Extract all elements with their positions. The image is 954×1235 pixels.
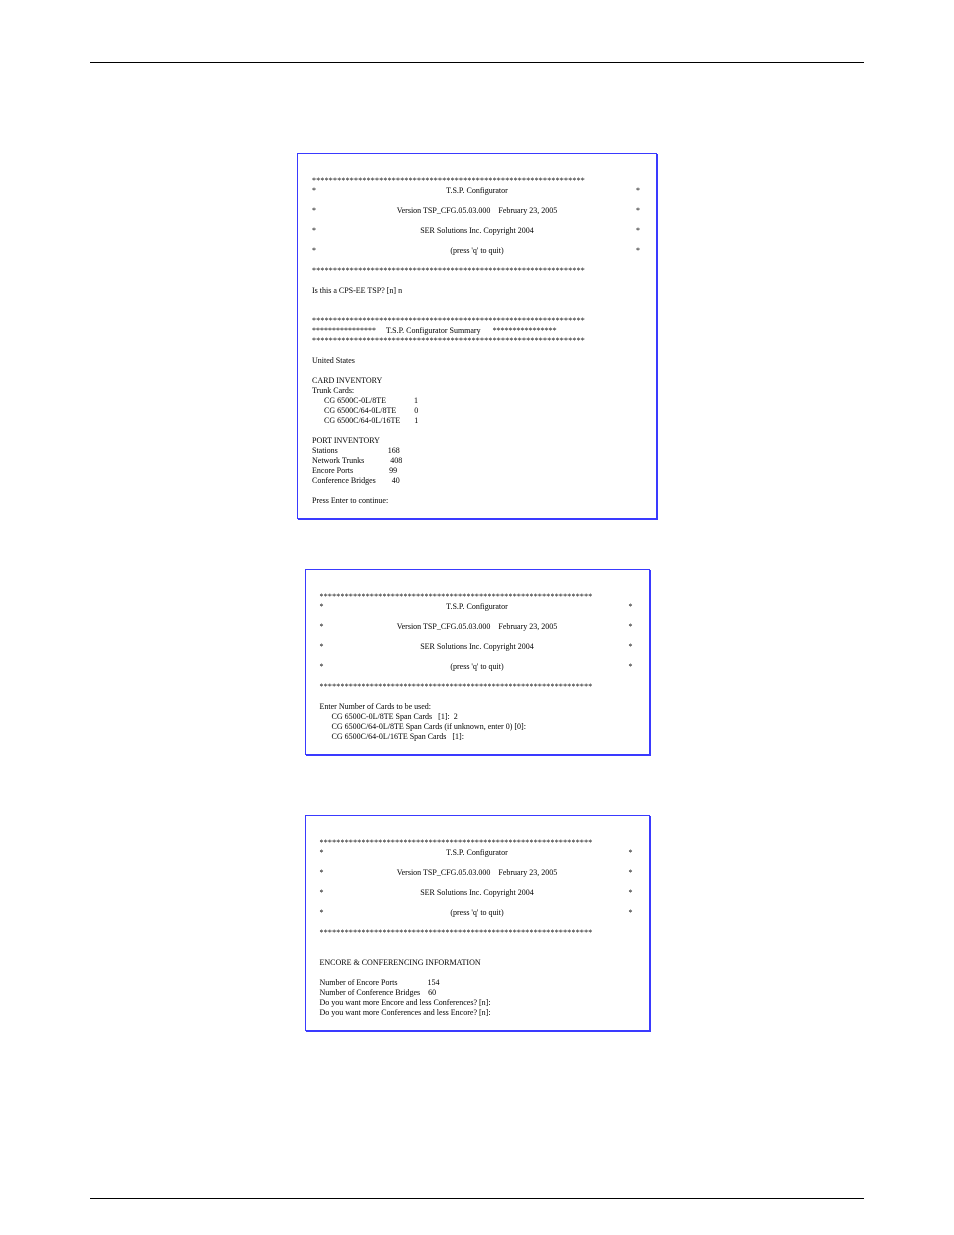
card-input-line: CG 6500C-0L/8TE Span Cards [1]: 2: [320, 712, 458, 721]
banner-stars-bottom: ****************************************…: [312, 266, 585, 275]
banner-stars: ****************************************…: [320, 592, 593, 601]
page: ****************************************…: [0, 0, 954, 1235]
banner-stars: ****************************************…: [320, 838, 593, 847]
banner-version: Version TSP_CFG.05.03.000 February 23, 2…: [397, 206, 558, 216]
enter-cards-label: Enter Number of Cards to be used:: [320, 702, 432, 711]
terminal-summary: ****************************************…: [297, 153, 657, 519]
banner-stars-bottom: ****************************************…: [320, 928, 593, 937]
banner-quit: (press 'q' to quit): [450, 246, 503, 256]
port-row: Encore Ports 99: [312, 466, 397, 475]
banner-company: SER Solutions Inc. Copyright 2004: [420, 642, 534, 652]
port-inventory-title: PORT INVENTORY: [312, 436, 380, 445]
banner-title: T.S.P. Configurator: [446, 848, 508, 858]
encore-section-title: ENCORE & CONFERENCING INFORMATION: [320, 958, 481, 967]
banner-stars-bottom: ****************************************…: [320, 682, 593, 691]
card-row: CG 6500C-0L/8TE 1: [312, 396, 418, 405]
banner-quit: (press 'q' to quit): [450, 662, 503, 672]
encore-q2: Do you want more Conferences and less En…: [320, 1008, 491, 1017]
banner-version: Version TSP_CFG.05.03.000 February 23, 2…: [397, 868, 558, 878]
port-row: Conference Bridges 40: [312, 476, 400, 485]
card-row: CG 6500C/64-0L/8TE 0: [312, 406, 418, 415]
summary-stars-top: ****************************************…: [312, 316, 585, 325]
header-rule: [90, 62, 864, 63]
encore-q1: Do you want more Encore and less Confere…: [320, 998, 491, 1007]
banner-company: SER Solutions Inc. Copyright 2004: [420, 226, 534, 236]
cps-question: Is this a CPS-EE TSP? [n] n: [312, 286, 402, 295]
banner-quit: (press 'q' to quit): [450, 908, 503, 918]
continue-prompt: Press Enter to continue:: [312, 496, 388, 505]
country: United States: [312, 356, 355, 365]
terminal-cards: ****************************************…: [305, 569, 650, 755]
page-footer: [90, 1198, 864, 1203]
card-input-line: CG 6500C/64-0L/16TE Span Cards [1]:: [320, 732, 464, 741]
card-input-line: CG 6500C/64-0L/8TE Span Cards (if unknow…: [320, 722, 526, 731]
banner-title: T.S.P. Configurator: [446, 186, 508, 196]
port-row: Network Trunks 408: [312, 456, 402, 465]
terminal-encore: ****************************************…: [305, 815, 650, 1031]
summary-line: **************** T.S.P. Configurator Sum…: [312, 326, 557, 335]
card-inventory-title: CARD INVENTORY: [312, 376, 382, 385]
trunk-cards-label: Trunk Cards:: [312, 386, 354, 395]
encore-row: Number of Conference Bridges 60: [320, 988, 437, 997]
port-row: Stations 168: [312, 446, 400, 455]
card-row: CG 6500C/64-0L/16TE 1: [312, 416, 418, 425]
banner-version: Version TSP_CFG.05.03.000 February 23, 2…: [397, 622, 558, 632]
banner-stars: ****************************************…: [312, 176, 585, 185]
summary-stars-bottom: ****************************************…: [312, 336, 585, 345]
banner-company: SER Solutions Inc. Copyright 2004: [420, 888, 534, 898]
encore-row: Number of Encore Ports 154: [320, 978, 440, 987]
banner-title: T.S.P. Configurator: [446, 602, 508, 612]
